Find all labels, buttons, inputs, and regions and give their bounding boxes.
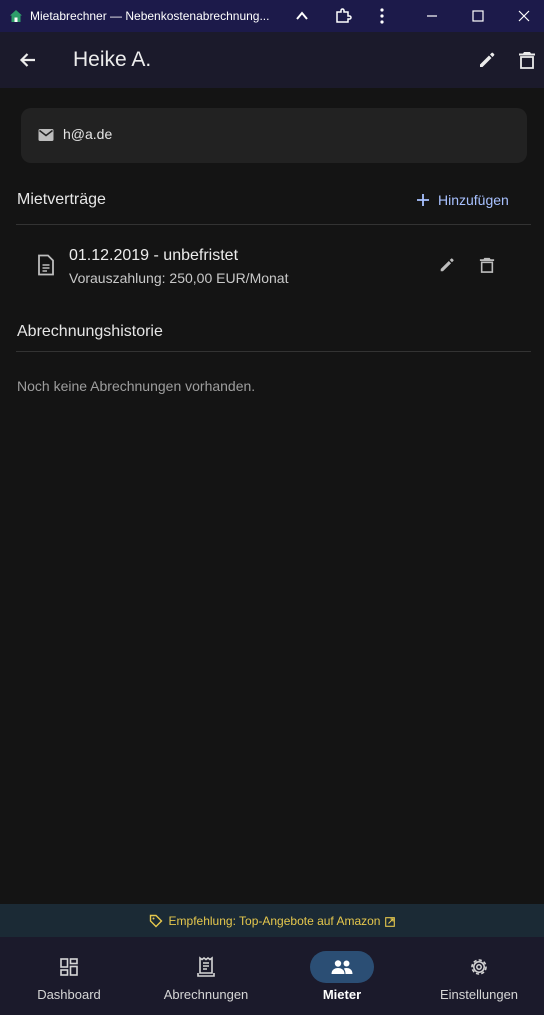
back-arrow-icon[interactable]: [14, 46, 42, 74]
close-icon[interactable]: [506, 0, 542, 32]
edit-tenant-icon[interactable]: [473, 46, 501, 74]
dashboard-icon: [37, 951, 101, 983]
receipt-icon: [174, 951, 238, 983]
divider: [16, 224, 531, 225]
bottom-navigation: Dashboard Abrechnungen Mieter Einstellun…: [0, 937, 544, 1015]
external-link-icon: [385, 916, 396, 927]
contact-card: h@a.de: [21, 108, 527, 163]
nav-label-mieter: Mieter: [322, 987, 362, 1002]
contract-payment: Vorauszahlung: 250,00 EUR/Monat: [69, 270, 289, 286]
delete-contract-icon[interactable]: [476, 254, 498, 276]
contracts-section-title: Mietverträge: [17, 191, 106, 208]
divider: [16, 351, 531, 352]
contract-list-item[interactable]: 01.12.2019 - unbefristet Vorauszahlung: …: [16, 236, 531, 294]
people-icon: [310, 951, 374, 983]
delete-tenant-icon[interactable]: [513, 46, 541, 74]
window-title-bar: Mietabrechner — Nebenkostenabrechnung...: [0, 0, 544, 32]
extension-icon[interactable]: [325, 0, 361, 32]
nav-label-einstellungen: Einstellungen: [439, 987, 519, 1002]
tenant-name: Heike A.: [73, 48, 152, 71]
recommendation-text: Empfehlung: Top-Angebote auf Amazon: [168, 913, 381, 928]
gear-icon: [447, 951, 511, 983]
nav-item-dashboard[interactable]: Dashboard: [34, 937, 104, 1015]
plus-icon: [414, 191, 432, 209]
email-address: h@a.de: [63, 126, 113, 142]
nav-label-dashboard: Dashboard: [37, 987, 101, 1002]
more-vert-icon[interactable]: [364, 0, 400, 32]
app-house-icon: [6, 6, 26, 26]
minimize-icon[interactable]: [414, 0, 450, 32]
nav-item-einstellungen[interactable]: Einstellungen: [436, 937, 522, 1015]
window-title: Mietabrechner — Nebenkostenabrechnung...: [30, 9, 270, 23]
document-icon: [36, 254, 56, 276]
nav-label-abrechnungen: Abrechnungen: [163, 987, 249, 1002]
nav-item-mieter[interactable]: Mieter: [310, 937, 374, 1015]
nav-item-abrechnungen[interactable]: Abrechnungen: [160, 937, 252, 1015]
history-section-title: Abrechnungshistorie: [17, 323, 163, 340]
collapse-icon[interactable]: [284, 0, 320, 32]
history-empty-text: Noch keine Abrechnungen vorhanden.: [17, 378, 256, 394]
tag-icon: [149, 914, 163, 928]
recommendation-link[interactable]: Empfehlung: Top-Angebote auf Amazon: [0, 904, 544, 937]
mail-icon: [37, 126, 55, 144]
edit-contract-icon[interactable]: [436, 254, 458, 276]
add-contract-label: Hinzufügen: [438, 192, 509, 208]
add-contract-button[interactable]: Hinzufügen: [414, 188, 509, 212]
maximize-icon[interactable]: [460, 0, 496, 32]
app-bar: Heike A.: [0, 32, 544, 88]
contract-period: 01.12.2019 - unbefristet: [69, 247, 239, 264]
